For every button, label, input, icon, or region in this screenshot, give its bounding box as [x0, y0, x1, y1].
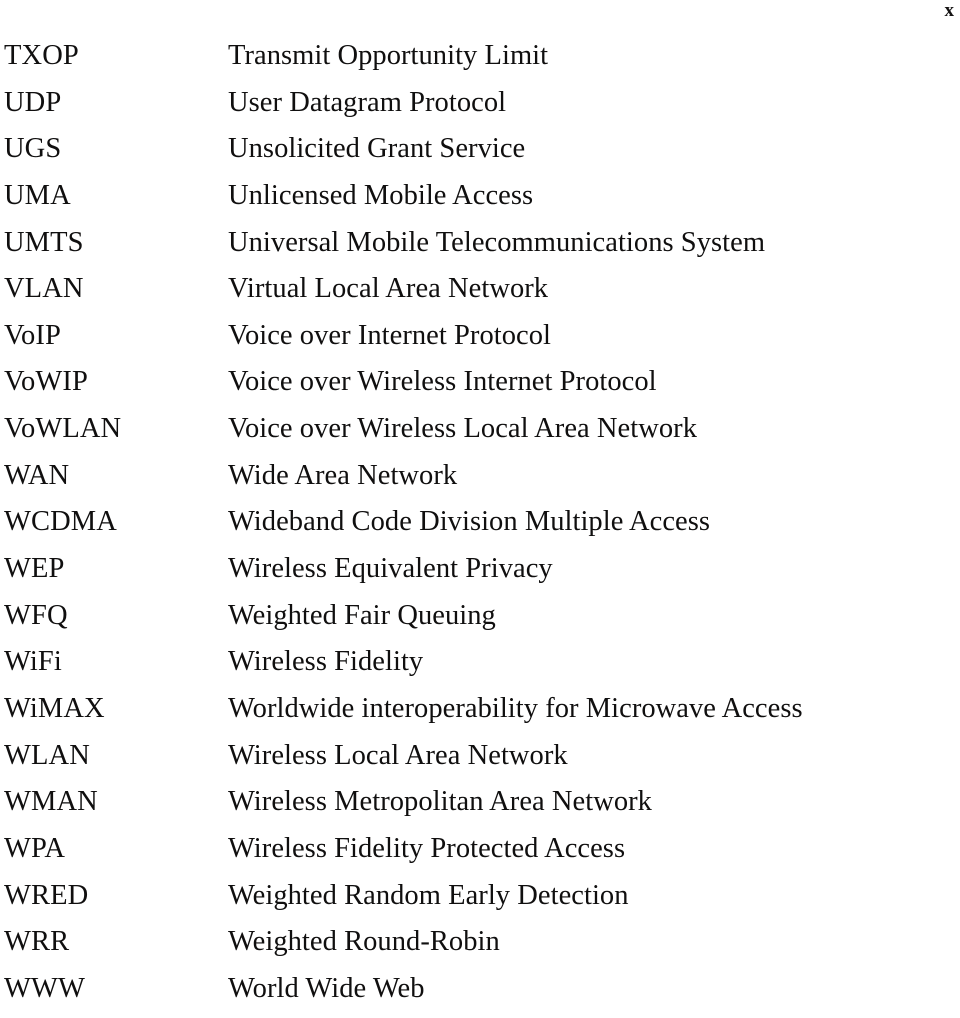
- glossary-definition: Voice over Wireless Internet Protocol: [228, 366, 657, 398]
- glossary-definition: Unlicensed Mobile Access: [228, 179, 534, 211]
- glossary-row: UMTS Universal Mobile Telecommunications …: [0, 226, 960, 273]
- glossary-row: UGS Unsolicited Grant Service: [0, 132, 960, 179]
- glossary-term: VoWIP: [4, 366, 88, 398]
- glossary-row: WRED Weighted Random Early Detection: [0, 879, 960, 926]
- glossary-definition: Weighted Fair Queuing: [228, 599, 496, 631]
- glossary-term: WRED: [4, 879, 89, 911]
- glossary-row: VoWLAN Voice over Wireless Local Area Net…: [0, 412, 960, 459]
- glossary-row: WPA Wireless Fidelity Protected Access: [0, 832, 960, 879]
- glossary-definition: Wide Area Network: [228, 459, 458, 491]
- glossary-row: WLAN Wireless Local Area Network: [0, 739, 960, 786]
- glossary-definition: Virtual Local Area Network: [228, 273, 549, 305]
- glossary-term: WPA: [4, 832, 66, 864]
- glossary-definition: Wireless Equivalent Privacy: [228, 553, 553, 585]
- glossary-term: WiFi: [4, 646, 62, 678]
- glossary-row: WFQ Weighted Fair Queuing: [0, 599, 960, 646]
- glossary-definition: Wireless Metropolitan Area Network: [228, 786, 652, 818]
- glossary-term: WMAN: [4, 786, 98, 818]
- glossary-term: WRR: [4, 926, 70, 958]
- glossary-term: WCDMA: [4, 506, 117, 538]
- glossary-term: UMTS: [4, 226, 84, 258]
- glossary-term: UMA: [4, 179, 71, 211]
- glossary-row: WMAN Wireless Metropolitan Area Network: [0, 785, 960, 832]
- glossary-row: TXOP Transmit Opportunity Limit: [0, 39, 960, 86]
- glossary-term: WiMAX: [4, 692, 105, 724]
- glossary-row: WiFi Wireless Fidelity: [0, 645, 960, 692]
- glossary-term: WLAN: [4, 739, 90, 771]
- glossary-term: WFQ: [4, 599, 68, 631]
- glossary-term: VLAN: [4, 273, 84, 305]
- glossary-list: TXOP Transmit Opportunity Limit UDP User Da…: [0, 39, 960, 1018]
- glossary-row: WAN Wide Area Network: [0, 459, 960, 506]
- glossary-definition: Worldwide interoperability for Microwave…: [228, 692, 803, 724]
- glossary-row: WiMAX Worldwide interoperability for Micr…: [0, 692, 960, 739]
- glossary-term: WEP: [4, 553, 65, 585]
- glossary-definition: Transmit Opportunity Limit: [228, 40, 549, 71]
- glossary-row: WCDMA Wideband Code Division Multiple Acc…: [0, 505, 960, 552]
- glossary-row: WRR Weighted Round-Robin: [0, 925, 960, 972]
- glossary-definition: Wireless Local Area Network: [228, 739, 568, 771]
- glossary-definition: Voice over Wireless Local Area Network: [228, 413, 697, 445]
- glossary-row: UDP User Datagram Protocol: [0, 86, 960, 133]
- glossary-term: VoWLAN: [4, 413, 122, 445]
- glossary-row: VoIP Voice over Internet Protocol: [0, 319, 960, 366]
- glossary-definition: Weighted Round-Robin: [228, 926, 500, 958]
- glossary-row: VoWIP Voice over Wireless Internet Protoc…: [0, 365, 960, 412]
- glossary-term: UDP: [4, 86, 62, 118]
- glossary-row: WWW World Wide Web: [0, 972, 960, 1018]
- glossary-definition: Wideband Code Division Multiple Access: [228, 506, 711, 538]
- glossary-term: WWW: [4, 972, 85, 1004]
- glossary-row: VLAN Virtual Local Area Network: [0, 272, 960, 319]
- glossary-definition: Weighted Random Early Detection: [228, 879, 629, 911]
- glossary-definition: Wireless Fidelity Protected Access: [228, 832, 626, 864]
- glossary-definition: Voice over Internet Protocol: [228, 319, 551, 351]
- page-number: x: [944, 0, 955, 21]
- glossary-row: WEP Wireless Equivalent Privacy: [0, 552, 960, 599]
- glossary-row: UMA Unlicensed Mobile Access: [0, 179, 960, 226]
- glossary-term: UGS: [4, 133, 62, 165]
- glossary-definition: Wireless Fidelity: [228, 646, 424, 678]
- glossary-definition: Universal Mobile Telecommunications Syst…: [228, 226, 766, 258]
- glossary-term: WAN: [4, 459, 70, 491]
- glossary-definition: Unsolicited Grant Service: [228, 133, 526, 165]
- glossary-term: TXOP: [4, 40, 79, 71]
- glossary-definition: User Datagram Protocol: [228, 86, 507, 118]
- glossary-definition: World Wide Web: [228, 972, 425, 1004]
- glossary-term: VoIP: [4, 319, 61, 351]
